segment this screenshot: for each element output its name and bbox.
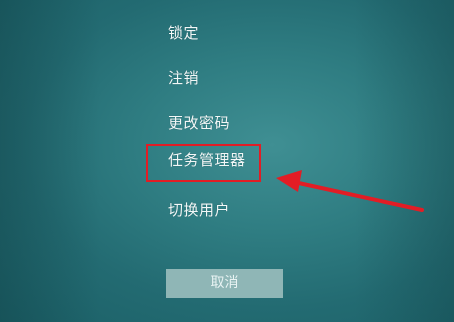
cancel-button[interactable]: 取消 <box>166 269 283 298</box>
menu-item-task-manager[interactable]: 任务管理器 <box>168 151 246 169</box>
menu-item-sign-out[interactable]: 注销 <box>168 69 199 87</box>
annotation-arrow-icon <box>276 170 424 212</box>
menu-item-switch-user[interactable]: 切换用户 <box>168 201 230 219</box>
menu-item-lock[interactable]: 锁定 <box>168 24 199 42</box>
menu-item-change-password[interactable]: 更改密码 <box>168 114 230 132</box>
